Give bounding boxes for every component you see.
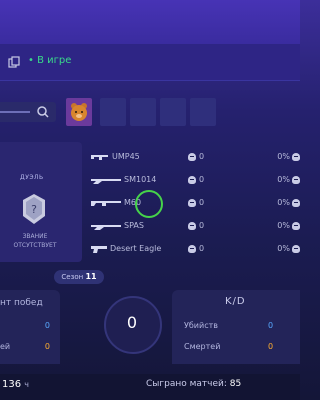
rank-status: ЗВАНИЕ ОТСУТСТВУЕТ [13,233,57,249]
weapon-kills: 0 [199,198,205,207]
highlight-circle [135,190,163,218]
skull-icon [292,221,300,230]
bear-icon [71,103,87,121]
weapon-percent: 0% [277,198,290,207]
weapon-percent: 0% [277,221,290,230]
wins-title: нт побед [0,298,43,308]
online-status: • В игре [28,55,72,66]
wins-row-value: 0 [44,342,50,351]
avatar-slot[interactable] [130,98,156,126]
avatar-slot[interactable] [100,98,126,126]
weapon-row: M60 0 0% [88,192,300,214]
weapon-percent: 0% [277,244,290,253]
weapon-row: SM1014 0 0% [88,169,300,191]
weapon-row: SPAS 0 0% [88,215,300,237]
search-icon[interactable] [31,102,55,122]
skull-icon [188,152,196,161]
matches-label: Сыграно матчей: [146,379,227,389]
weapon-percent: 0% [277,152,290,161]
shotgun-icon [91,179,121,184]
svg-text:?: ? [31,203,37,216]
shotgun-icon [91,225,121,230]
skull-icon [292,152,300,161]
skull-icon [188,221,196,230]
skull-icon [292,244,300,253]
avatar-slot[interactable] [160,98,186,126]
skull-icon [292,175,300,184]
machine-gun-icon [91,201,121,206]
copy-icon[interactable] [8,56,20,68]
season-label: Сезон [61,273,84,281]
deaths-value: 0 [268,342,274,351]
season-number: 11 [85,272,97,281]
weapon-kills: 0 [199,152,205,161]
kd-title: K/D [225,296,246,307]
weapon-name: UMP45 [112,152,140,161]
weapon-kills: 0 [199,175,205,184]
kills-label: Убийств [184,321,218,330]
deaths-label: Смертей [184,342,221,351]
weapon-row: UMP45 0 0% [88,146,300,168]
weapon-kills: 0 [199,244,205,253]
top-bar [0,0,300,44]
season-badge: Сезон 11 [54,270,104,284]
kills-value: 0 [268,321,274,330]
avatar-slot[interactable] [190,98,216,126]
weapon-kills: 0 [199,221,205,230]
pistol-icon [91,246,107,253]
smg-icon [91,155,108,160]
weapon-row: Desert Eagle 0 0% [88,238,300,260]
wins-row-value: 0 [44,321,50,330]
matches-value: 85 [229,379,242,389]
hours-unit: ч [24,380,30,389]
wins-row: ей 0 [0,342,56,351]
weapon-name: SM1014 [124,175,157,184]
matches-played: Сыграно матчей: 85 [146,379,241,389]
weapon-percent: 0% [277,175,290,184]
skull-icon [188,198,196,207]
hours-played: 136 ч [2,379,29,390]
search-input-underline [0,111,30,113]
weapon-name: Desert Eagle [110,244,162,253]
rank-badge-icon: ? [23,194,45,224]
skull-icon [188,175,196,184]
skull-icon [292,198,300,207]
avatar-slot-bear[interactable] [66,98,92,126]
mode-label: ДУЭЛЬ [20,174,44,181]
skull-icon [188,244,196,253]
wins-row-label: ей [0,342,11,351]
hours-value: 136 [2,379,22,390]
weapon-name: SPAS [124,221,144,230]
center-value: 0 [126,313,138,332]
